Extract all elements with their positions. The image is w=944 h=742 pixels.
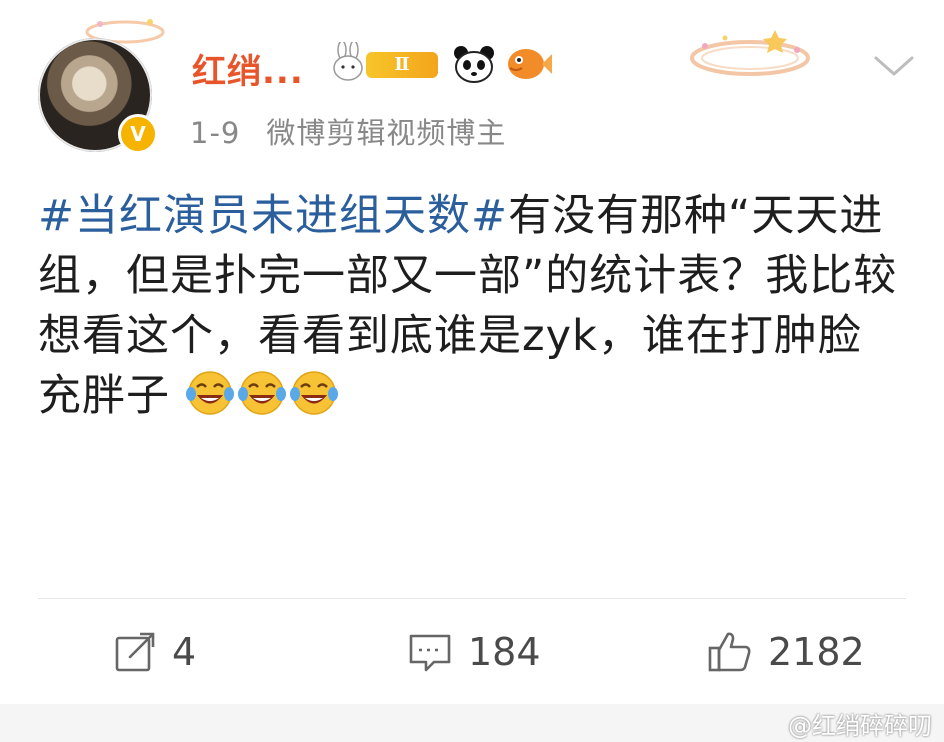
chevron-down-icon[interactable] xyxy=(872,52,916,80)
author-tag: 微博剪辑视频博主 xyxy=(266,116,507,150)
laugh-cry-emoji-icon xyxy=(289,371,338,415)
panda-badge-icon xyxy=(454,46,494,83)
comment-icon xyxy=(409,634,451,672)
post-meta: 1-9 微博剪辑视频博主 xyxy=(190,110,532,152)
post-date: 1-9 xyxy=(190,116,241,150)
comment-count: 184 xyxy=(468,630,541,674)
weibo-post: V 红绡... Ⅱ 1-9 微博剪辑视频博主 #当红演员未进组天数#有没有那种“天… xyxy=(0,0,944,742)
like-button[interactable]: 2182 xyxy=(706,622,865,682)
user-level-badge: Ⅱ xyxy=(366,52,438,78)
comment-button[interactable]: 184 xyxy=(406,622,541,682)
laugh-cry-emoji-icon xyxy=(185,371,234,415)
like-count: 2182 xyxy=(768,630,865,674)
watermark: @红绡碎碎叨 xyxy=(788,712,932,740)
repost-count: 4 xyxy=(172,630,197,674)
rabbit-badge-icon xyxy=(333,42,363,81)
thumbs-up-icon xyxy=(708,632,751,672)
verify-mark: V xyxy=(130,122,146,146)
username[interactable]: 红绡... xyxy=(192,44,304,93)
repost-button[interactable]: 4 xyxy=(112,622,196,682)
divider xyxy=(38,598,906,599)
topic-link[interactable]: #当红演员未进组天数# xyxy=(38,191,508,241)
wreath-decoration-icon xyxy=(690,30,810,76)
post-content: #当红演员未进组天数#有没有那种“天天进组，但是扑完一部又一部”的统计表？我比较… xyxy=(38,186,900,426)
laugh-cry-emoji-icon xyxy=(237,371,286,415)
repost-icon xyxy=(115,632,155,672)
fish-badge-icon xyxy=(508,49,552,79)
verified-badge-icon: V xyxy=(118,114,158,154)
